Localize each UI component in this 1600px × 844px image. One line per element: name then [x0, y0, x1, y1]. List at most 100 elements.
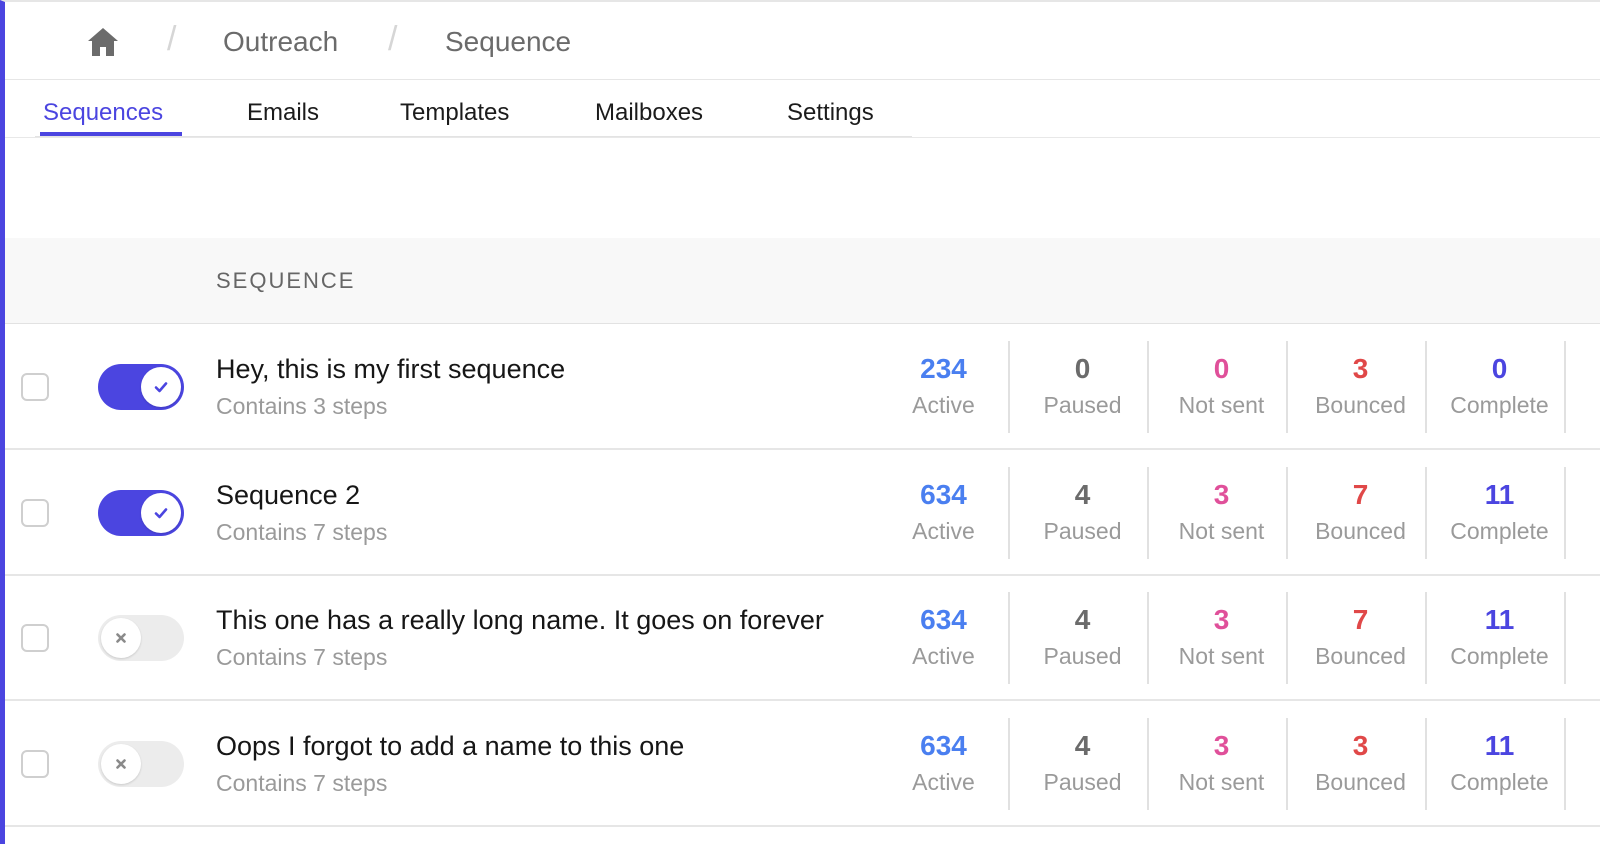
tab-bar: Sequences Emails Templates Mailboxes Set… [35, 92, 912, 138]
stat-not-sent[interactable]: 3 Not sent [1152, 720, 1291, 810]
stat-active-count: 234 [920, 353, 967, 384]
stat-bounced-count: 3 [1352, 353, 1369, 384]
row-checkbox[interactable] [21, 749, 49, 778]
stat-paused-label: Paused [1043, 392, 1122, 418]
table-header: SEQUENCE [5, 238, 1600, 324]
stat-divider [1564, 717, 1566, 810]
stat-active-label: Active [912, 643, 975, 669]
stat-not-sent[interactable]: 3 Not sent [1152, 594, 1291, 684]
stat-complete-count: 11 [1484, 478, 1515, 510]
stat-bounced-label: Bounced [1315, 517, 1406, 544]
stat-not-sent-label: Not sent [1178, 392, 1265, 418]
sequence-toggle[interactable] [98, 740, 184, 787]
active-tab-indicator [40, 132, 182, 136]
stat-active-count: 634 [920, 604, 967, 635]
stat-divider [1286, 592, 1288, 684]
sequence-steps: Contains 7 steps [216, 644, 388, 670]
tab-mailboxes[interactable]: Mailboxes [595, 98, 703, 128]
breadcrumb-separator: / [388, 20, 398, 58]
stat-divider [1008, 466, 1010, 559]
stat-paused-label: Paused [1043, 517, 1122, 544]
stat-complete[interactable]: 11 Complete [1430, 594, 1569, 684]
sequence-row: This one has a really long name. It goes… [5, 576, 1600, 701]
stat-bounced[interactable]: 3 Bounced [1291, 343, 1430, 433]
row-checkbox[interactable] [21, 624, 49, 652]
stat-divider [1425, 592, 1427, 684]
stat-paused[interactable]: 4 Paused [1013, 720, 1152, 810]
stat-bounced[interactable]: 7 Bounced [1291, 594, 1430, 684]
stat-paused-count: 4 [1074, 604, 1091, 635]
stat-divider [1564, 592, 1566, 684]
sequence-toggle[interactable] [98, 489, 184, 536]
sequence-toggle[interactable] [98, 364, 184, 410]
breadcrumb-item-outreach[interactable]: Outreach [223, 24, 338, 60]
sequence-name[interactable]: Oops I forgot to add a name to this one [216, 728, 844, 764]
stat-active[interactable]: 634 Active [874, 720, 1013, 810]
stat-complete[interactable]: 0 Complete [1430, 343, 1569, 433]
breadcrumb-item-sequence[interactable]: Sequence [445, 24, 571, 60]
stat-bounced-label: Bounced [1315, 768, 1406, 795]
stat-not-sent[interactable]: 0 Not sent [1152, 343, 1291, 433]
tab-templates[interactable]: Templates [400, 98, 509, 128]
stat-divider [1564, 341, 1566, 433]
tab-settings[interactable]: Settings [787, 98, 874, 128]
check-icon [141, 492, 181, 533]
stat-divider [1286, 717, 1288, 810]
stat-complete-count: 11 [1484, 729, 1515, 761]
stat-bounced[interactable]: 3 Bounced [1291, 720, 1430, 810]
stat-divider [1147, 717, 1149, 810]
stat-bounced-label: Bounced [1315, 392, 1406, 418]
sequence-name[interactable]: Hey, this is my first sequence [216, 351, 844, 387]
sequence-name[interactable]: This one has a really long name. It goes… [216, 602, 844, 638]
stat-active-label: Active [912, 392, 975, 418]
stat-not-sent[interactable]: 3 Not sent [1152, 469, 1291, 559]
stat-bounced-label: Bounced [1315, 643, 1406, 669]
check-icon [141, 367, 181, 407]
stat-active[interactable]: 634 Active [874, 469, 1013, 559]
stat-not-sent-label: Not sent [1178, 643, 1265, 669]
stat-divider [1564, 466, 1566, 559]
stat-complete-label: Complete [1450, 517, 1549, 544]
breadcrumb-separator: / [167, 20, 177, 58]
row-checkbox[interactable] [21, 498, 49, 527]
stat-complete-count: 0 [1491, 353, 1508, 384]
stat-divider [1286, 341, 1288, 433]
stat-complete[interactable]: 11 Complete [1430, 469, 1569, 559]
stat-divider [1008, 717, 1010, 810]
stat-active-count: 634 [920, 478, 967, 510]
stat-paused-count: 0 [1074, 353, 1091, 384]
stat-not-sent-count: 3 [1213, 604, 1230, 635]
stat-bounced-count: 7 [1352, 604, 1369, 635]
stat-not-sent-count: 3 [1213, 478, 1230, 510]
row-checkbox[interactable] [21, 373, 49, 401]
stat-active[interactable]: 634 Active [874, 594, 1013, 684]
stat-divider [1425, 466, 1427, 559]
stat-divider [1147, 341, 1149, 433]
tab-sequences[interactable]: Sequences [43, 98, 163, 128]
stat-active-count: 634 [920, 729, 967, 761]
divider [5, 137, 1600, 138]
stat-divider [1425, 341, 1427, 433]
tab-emails[interactable]: Emails [247, 98, 319, 128]
stat-active[interactable]: 234 Active [874, 343, 1013, 433]
stat-bounced[interactable]: 7 Bounced [1291, 469, 1430, 559]
sequence-row: Sequence 2 Contains 7 steps 634 Active 4… [5, 450, 1600, 576]
stat-complete-count: 11 [1484, 604, 1515, 635]
stat-complete[interactable]: 11 Complete [1430, 720, 1569, 810]
stat-not-sent-count: 3 [1213, 729, 1230, 761]
sequence-toggle[interactable] [98, 615, 184, 661]
sequence-name[interactable]: Sequence 2 [216, 477, 844, 513]
stat-bounced-count: 3 [1352, 729, 1369, 761]
sequence-steps: Contains 7 steps [216, 769, 388, 796]
stat-paused-label: Paused [1043, 768, 1122, 795]
outreach-app: / Outreach / Sequence Sequences Emails T… [0, 0, 1600, 844]
stat-bounced-count: 7 [1352, 478, 1369, 510]
stat-paused[interactable]: 4 Paused [1013, 594, 1152, 684]
stat-complete-label: Complete [1450, 768, 1549, 795]
sequence-steps: Contains 3 steps [216, 393, 388, 419]
home-icon[interactable] [85, 24, 121, 60]
x-icon [101, 618, 141, 658]
stat-paused[interactable]: 4 Paused [1013, 469, 1152, 559]
stat-paused[interactable]: 0 Paused [1013, 343, 1152, 433]
stat-complete-label: Complete [1450, 392, 1549, 418]
